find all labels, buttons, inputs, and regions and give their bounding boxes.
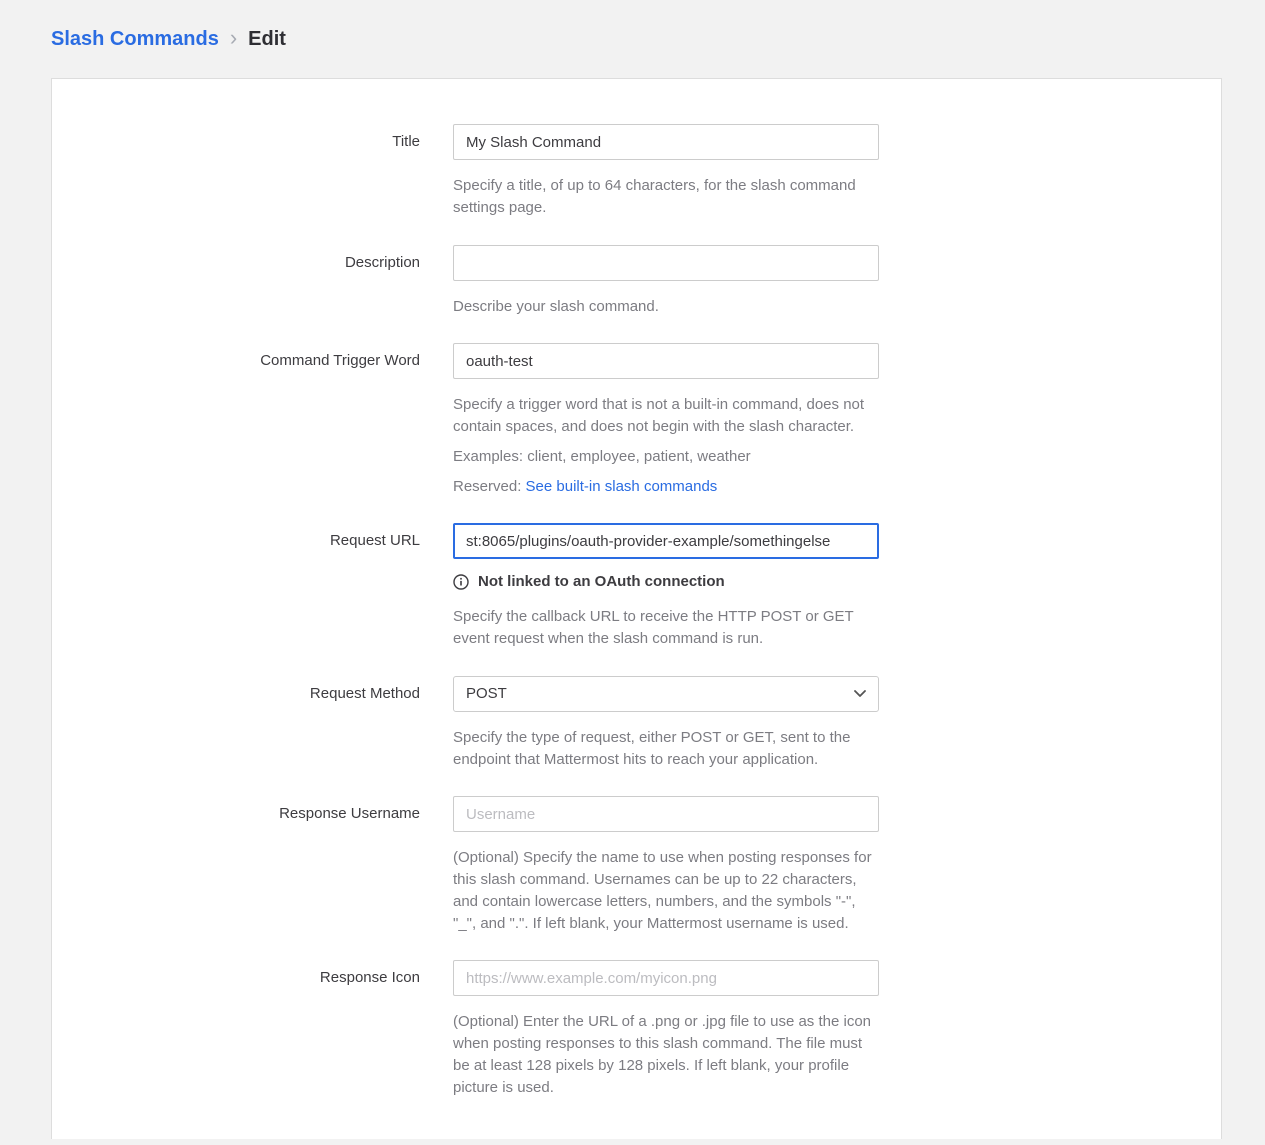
description-input[interactable]	[453, 245, 879, 281]
request-method-help: Specify the type of request, either POST…	[453, 727, 879, 771]
request-url-input[interactable]	[453, 523, 879, 559]
oauth-note: Not linked to an OAuth connection	[453, 573, 879, 591]
trigger-word-examples: Examples: client, employee, patient, wea…	[453, 446, 879, 468]
oauth-note-text: Not linked to an OAuth connection	[478, 573, 725, 591]
form-row-description: Description Describe your slash command.	[52, 245, 1221, 318]
description-help: Describe your slash command.	[453, 296, 879, 318]
response-icon-help: (Optional) Enter the URL of a .png or .j…	[453, 1011, 879, 1098]
breadcrumb-current: Edit	[248, 28, 286, 51]
response-username-help: (Optional) Specify the name to use when …	[453, 847, 879, 934]
trigger-word-reserved: Reserved: See built-in slash commands	[453, 476, 879, 498]
title-input[interactable]	[453, 124, 879, 160]
request-method-select-wrap: POST	[453, 676, 879, 712]
title-help: Specify a title, of up to 64 characters,…	[453, 175, 879, 219]
response-username-label: Response Username	[52, 796, 420, 934]
form-row-response-username: Response Username (Optional) Specify the…	[52, 796, 1221, 934]
form-row-trigger-word: Command Trigger Word Specify a trigger w…	[52, 343, 1221, 497]
built-in-commands-link[interactable]: See built-in slash commands	[526, 478, 718, 495]
request-url-label: Request URL	[52, 523, 420, 650]
title-label: Title	[52, 124, 420, 219]
breadcrumb-parent-link[interactable]: Slash Commands	[51, 28, 219, 51]
edit-command-form: Title Specify a title, of up to 64 chara…	[52, 124, 1221, 1098]
edit-command-card: Title Specify a title, of up to 64 chara…	[51, 78, 1222, 1139]
reserved-prefix: Reserved:	[453, 478, 526, 495]
info-icon	[453, 574, 469, 590]
request-method-select[interactable]: POST	[453, 676, 879, 712]
description-label: Description	[52, 245, 420, 318]
response-icon-label: Response Icon	[52, 960, 420, 1098]
response-username-input[interactable]	[453, 796, 879, 832]
trigger-word-help: Specify a trigger word that is not a bui…	[453, 394, 879, 438]
form-row-response-icon: Response Icon (Optional) Enter the URL o…	[52, 960, 1221, 1098]
request-url-help: Specify the callback URL to receive the …	[453, 606, 879, 650]
request-method-label: Request Method	[52, 676, 420, 771]
response-icon-input[interactable]	[453, 960, 879, 996]
form-row-request-url: Request URL Not linked to an OAuth conne…	[52, 523, 1221, 650]
trigger-word-label: Command Trigger Word	[52, 343, 420, 497]
form-row-request-method: Request Method POST Specify the type of …	[52, 676, 1221, 771]
breadcrumb-separator-icon: ›	[230, 27, 237, 52]
form-row-title: Title Specify a title, of up to 64 chara…	[52, 124, 1221, 219]
backstage-header: Slash Commands › Edit	[0, 0, 1265, 78]
trigger-word-input[interactable]	[453, 343, 879, 379]
